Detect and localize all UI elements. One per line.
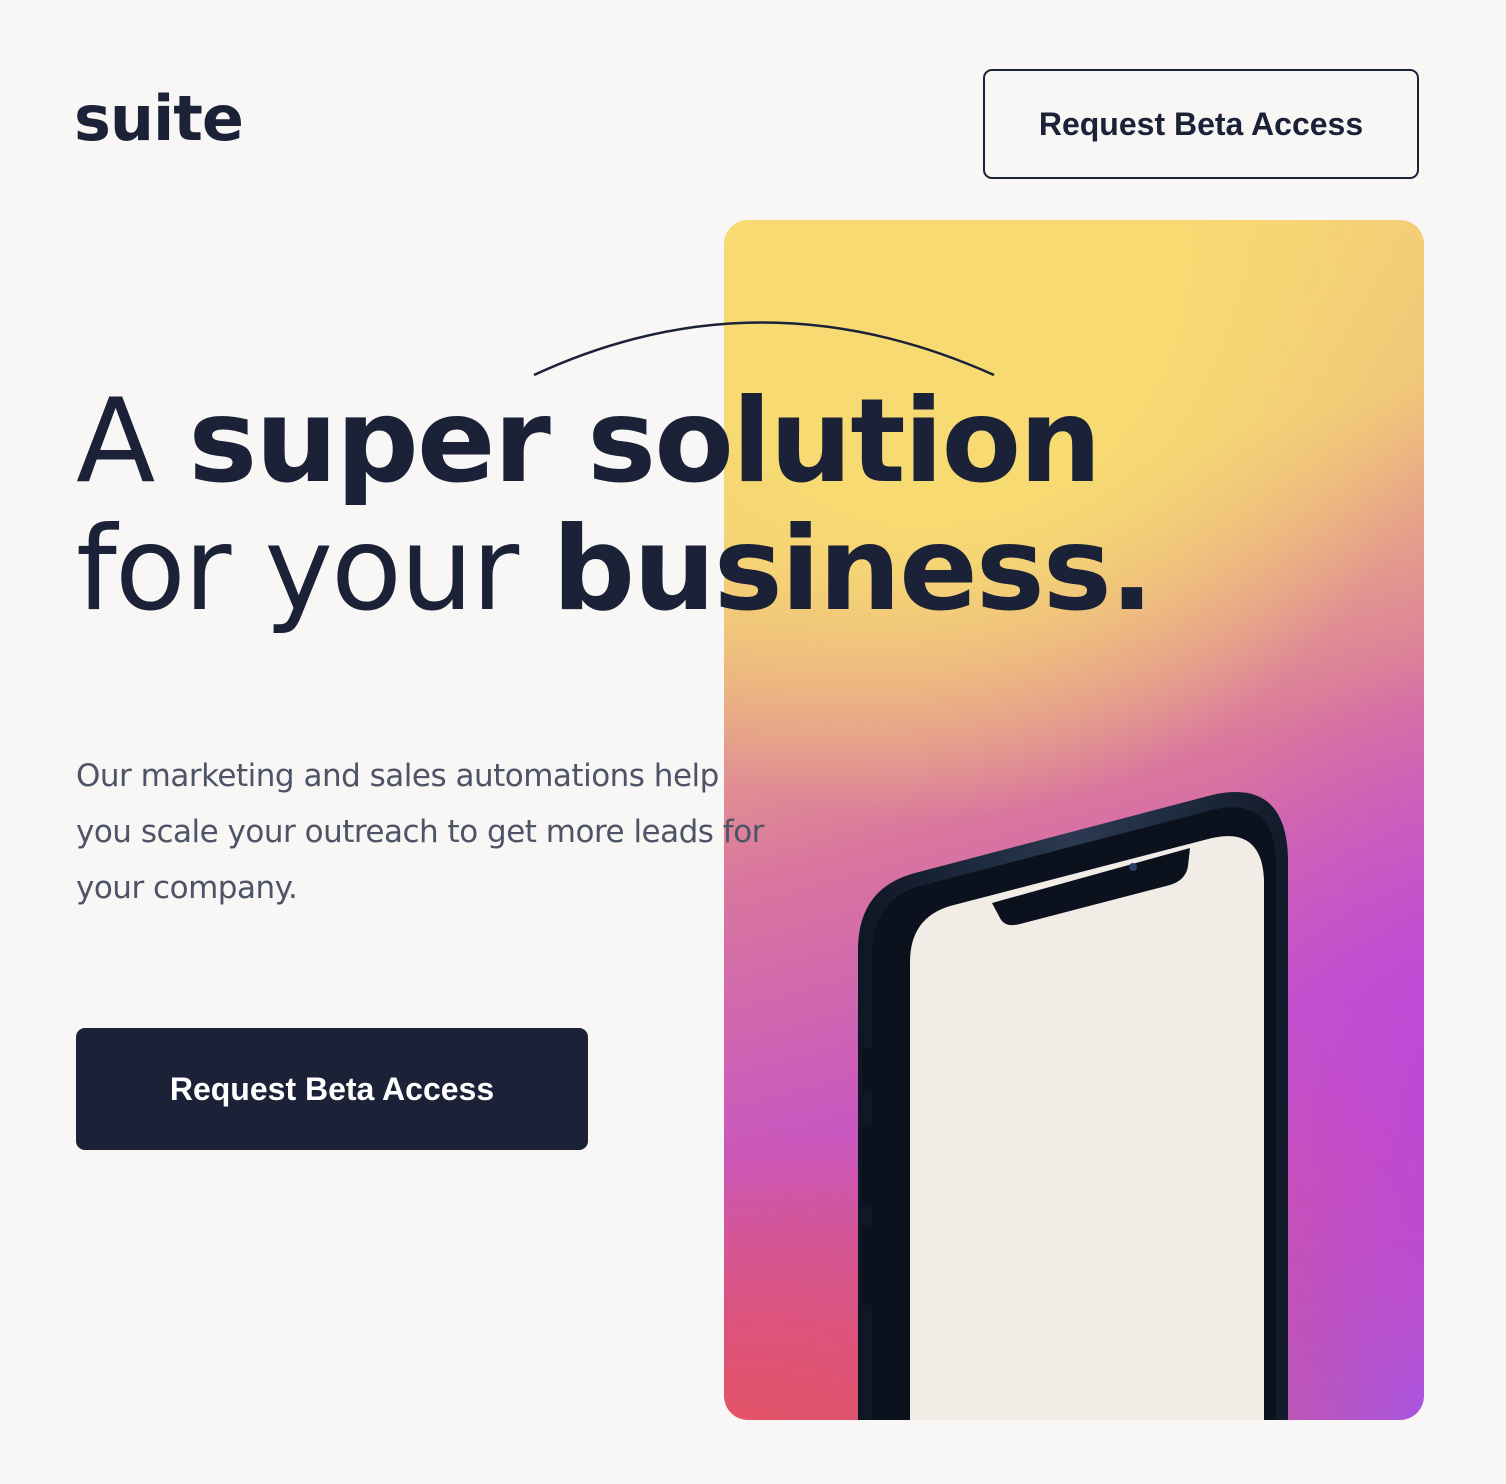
hero-headline: A super solution for your business. xyxy=(76,378,1154,637)
logo[interactable]: suite xyxy=(74,88,244,150)
headline-line1-light: A xyxy=(76,374,155,509)
hero-description: Our marketing and sales automations help… xyxy=(76,758,764,906)
headline-line1-bold: super solution xyxy=(188,374,1101,509)
headline-line2-light: for your xyxy=(76,502,519,637)
header-request-beta-button[interactable]: Request Beta Access xyxy=(983,69,1419,179)
headline-line2-bold: business. xyxy=(552,502,1154,637)
hero-request-beta-button[interactable]: Request Beta Access xyxy=(76,1028,588,1150)
